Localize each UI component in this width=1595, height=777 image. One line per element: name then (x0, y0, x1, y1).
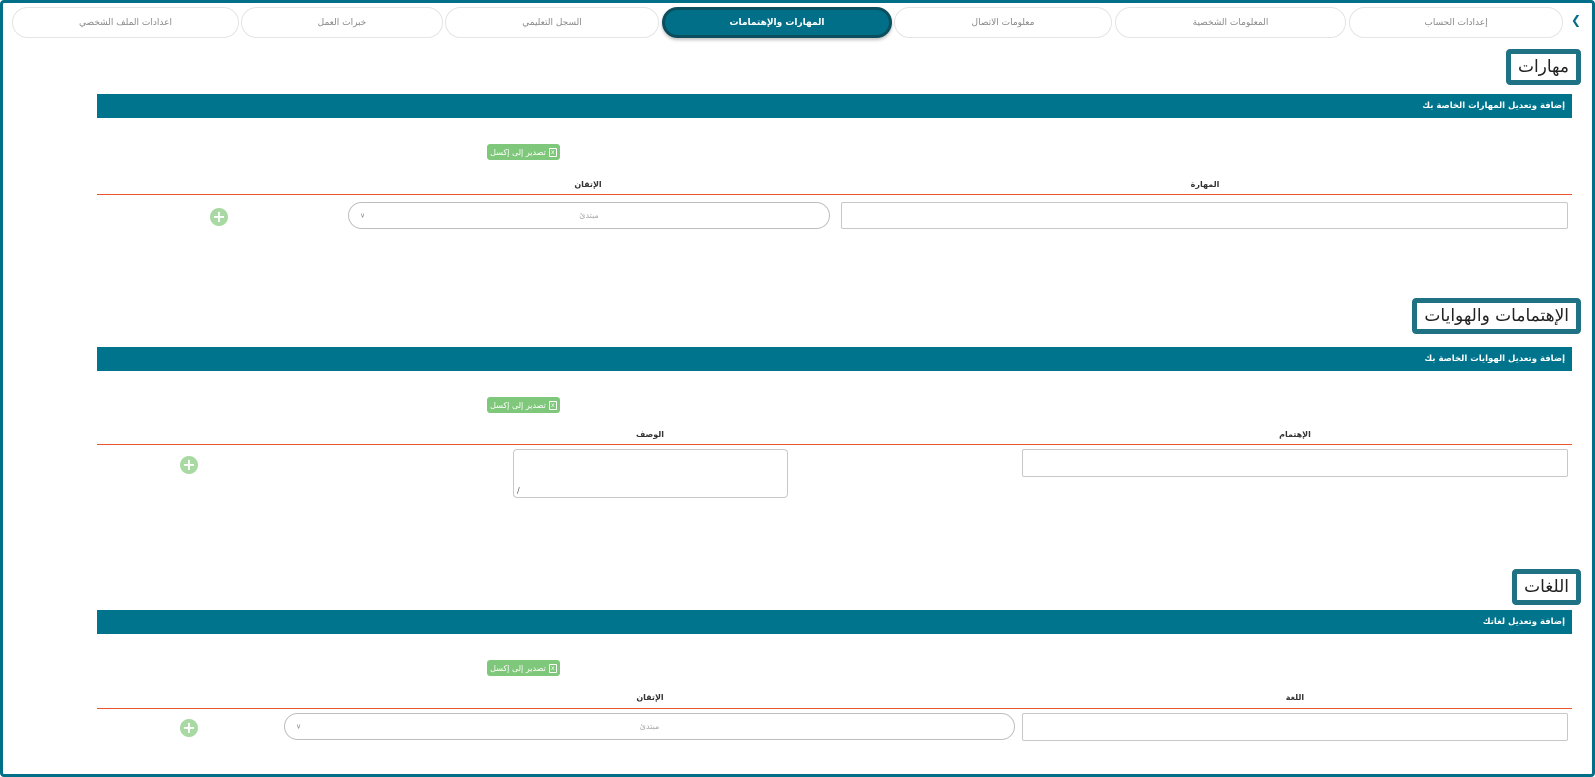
tab-contact-info[interactable]: معلومات الاتصال (894, 7, 1112, 38)
language-name-input[interactable] (1022, 713, 1568, 741)
tab-personal-info[interactable]: المعلومات الشخصية (1115, 7, 1346, 38)
skills-export-excel-button[interactable]: x تصدير إلى إكسل (487, 144, 560, 160)
interest-name-input[interactable] (1022, 449, 1568, 477)
interests-section-bar: إضافة وتعديل الهوايات الخاصة بك (97, 347, 1572, 371)
tab-skills-interests[interactable]: المهارات والإهتمامات (662, 7, 892, 38)
languages-section-title: اللغات (1512, 569, 1581, 605)
languages-export-excel-button[interactable]: x تصدير إلى إكسل (487, 660, 560, 676)
chevron-down-icon: ∨ (360, 211, 366, 220)
skills-col-skill: المهارة (1190, 180, 1220, 189)
export-label: تصدير إلى إكسل (490, 147, 546, 157)
skills-col-level: الإتقان (574, 180, 602, 189)
interests-col-description: الوصف (635, 430, 665, 439)
interests-header-divider (97, 444, 1572, 445)
languages-section-bar: إضافة وتعديل لغاتك (97, 610, 1572, 634)
skills-section-title: مهارات (1505, 49, 1581, 85)
chevron-left-icon[interactable]: ❮ (1571, 13, 1581, 27)
chevron-down-icon: ∨ (296, 722, 302, 731)
skill-level-value: مبتدئ (579, 211, 599, 220)
tab-account-settings[interactable]: إعدادات الحساب (1349, 7, 1563, 38)
interests-add-row-button[interactable]: + (180, 456, 198, 474)
plus-circle-icon: + (182, 718, 196, 737)
interest-description-textarea[interactable]: ∕ (513, 449, 788, 498)
tab-education[interactable]: السجل التعليمي (445, 7, 659, 38)
interests-export-excel-button[interactable]: x تصدير إلى إكسل (487, 397, 560, 413)
excel-file-icon: x (548, 400, 557, 410)
skill-level-select[interactable]: ∨ مبتدئ (348, 202, 830, 229)
profile-tabs: إعدادات الحساب المعلومات الشخصية معلومات… (6, 7, 1563, 38)
language-level-select[interactable]: ∨ مبتدئ (284, 713, 1015, 740)
language-level-value: مبتدئ (639, 722, 660, 731)
export-label: تصدير إلى إكسل (490, 400, 546, 410)
plus-circle-icon: + (212, 207, 226, 226)
skill-name-input[interactable] (841, 202, 1568, 229)
excel-file-icon: x (548, 147, 557, 157)
tab-profile-settings[interactable]: اعدادات الملف الشخصي (12, 7, 239, 38)
skills-section-bar: إضافة وتعديل المهارات الخاصة بك (97, 94, 1572, 118)
interests-col-interest: الإهتمام (1279, 430, 1311, 439)
languages-header-divider (97, 708, 1572, 709)
interests-section-title: الإهتمامات والهوايات (1412, 298, 1581, 334)
export-label: تصدير إلى إكسل (490, 663, 546, 673)
languages-add-row-button[interactable]: + (180, 719, 198, 737)
plus-circle-icon: + (182, 455, 196, 474)
languages-col-language: اللغة (1285, 693, 1305, 702)
skills-header-divider (97, 194, 1572, 195)
tab-work-experience[interactable]: خبرات العمل (241, 7, 443, 38)
resize-handle-icon[interactable]: ∕ (517, 486, 520, 495)
languages-col-level: الإتقان (636, 693, 664, 702)
skills-add-row-button[interactable]: + (210, 208, 228, 226)
excel-file-icon: x (548, 663, 557, 673)
